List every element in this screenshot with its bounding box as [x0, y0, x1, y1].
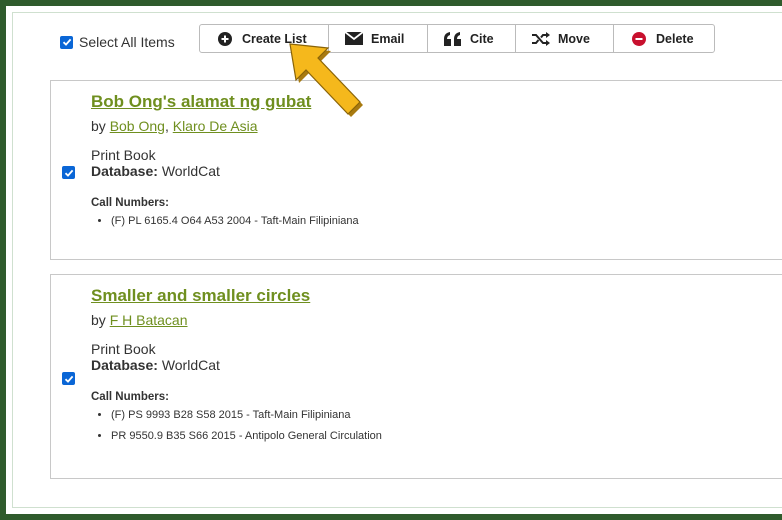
author-link[interactable]: Klaro De Asia	[173, 118, 258, 134]
email-label: Email	[371, 31, 405, 46]
move-button[interactable]: Move	[516, 25, 614, 52]
by-prefix: by	[91, 118, 106, 134]
database-value: WorldCat	[161, 357, 220, 373]
record-database: Database: WorldCat	[91, 357, 772, 373]
select-all[interactable]: Select All Items	[60, 34, 175, 50]
checkmark-icon	[64, 375, 73, 383]
record-database: Database: WorldCat	[91, 163, 772, 179]
record-title-link[interactable]: Smaller and smaller circles	[91, 286, 310, 306]
author-link[interactable]: F H Batacan	[110, 312, 188, 328]
move-label: Move	[558, 31, 590, 46]
pointer-arrow-icon	[289, 43, 363, 117]
call-number-item: (F) PS 9993 B28 S58 2015 - Taft-Main Fil…	[111, 409, 772, 421]
author-link[interactable]: Bob Ong	[110, 118, 165, 134]
call-numbers-label: Call Numbers:	[91, 197, 169, 209]
minus-circle-icon	[630, 31, 648, 46]
record-format: Print Book	[91, 147, 156, 163]
call-number-item: (F) PL 6165.4 O64 A53 2004 - Taft-Main F…	[111, 215, 772, 227]
shuffle-icon	[532, 31, 550, 46]
record-authors: by F H Batacan	[91, 312, 772, 328]
cite-label: Cite	[470, 31, 494, 46]
record-item: Bob Ong's alamat ng gubat by Bob Ong, Kl…	[50, 80, 782, 260]
delete-button[interactable]: Delete	[614, 25, 714, 52]
plus-circle-icon	[216, 31, 234, 46]
call-number-item: PR 9550.9 B35 S66 2015 - Antipolo Genera…	[111, 430, 772, 442]
call-numbers-list: (F) PS 9993 B28 S58 2015 - Taft-Main Fil…	[91, 409, 772, 442]
action-toolbar: Create List Email Cite Move Delete	[199, 24, 715, 53]
select-all-checkbox[interactable]	[60, 35, 73, 49]
checkmark-icon	[64, 169, 73, 177]
database-label: Database:	[91, 163, 158, 179]
record-authors: by Bob Ong, Klaro De Asia	[91, 118, 258, 134]
cite-button[interactable]: Cite	[428, 25, 516, 52]
record-checkbox[interactable]	[62, 166, 75, 179]
database-value: WorldCat	[161, 163, 220, 179]
checkmark-icon	[62, 38, 71, 46]
by-prefix: by	[91, 312, 106, 328]
record-title-link[interactable]: Bob Ong's alamat ng gubat	[91, 92, 311, 112]
delete-label: Delete	[656, 31, 694, 46]
quote-icon	[444, 31, 462, 46]
select-all-label: Select All Items	[79, 34, 175, 50]
record-item: Smaller and smaller circles by F H Batac…	[50, 274, 782, 479]
call-numbers-label: Call Numbers:	[91, 391, 169, 403]
record-checkbox[interactable]	[62, 372, 75, 385]
database-label: Database:	[91, 357, 158, 373]
record-format: Print Book	[91, 341, 156, 357]
call-numbers-list: (F) PL 6165.4 O64 A53 2004 - Taft-Main F…	[91, 215, 772, 227]
